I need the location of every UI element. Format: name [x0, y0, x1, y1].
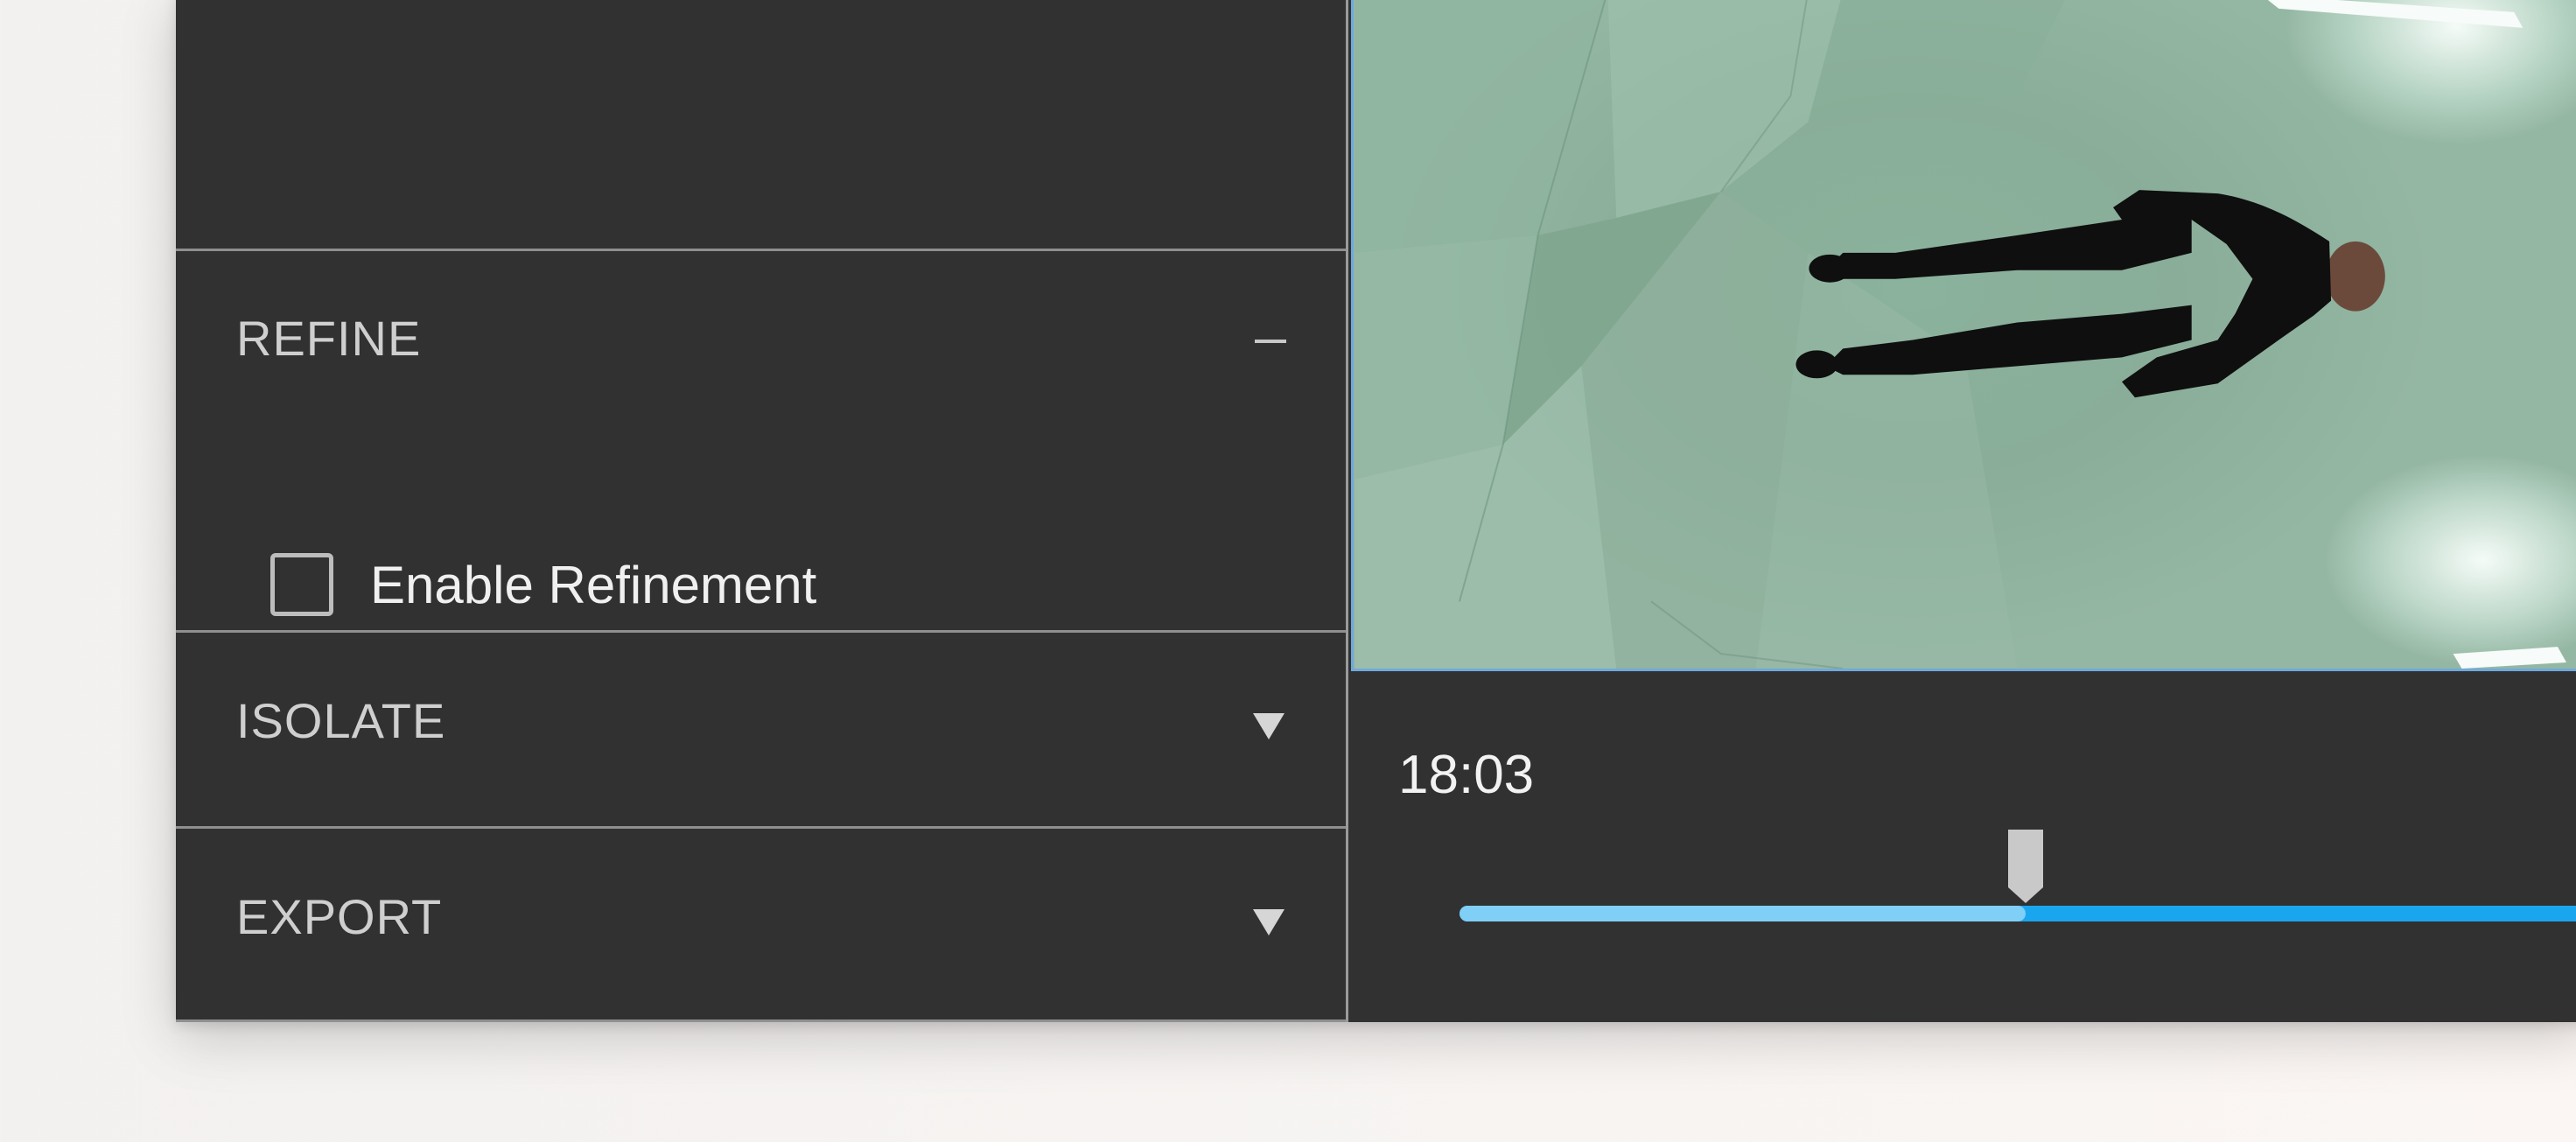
sidebar-panel: REFINE Enable Refinement ISOLATE EXPORT [176, 0, 1348, 1022]
enable-refinement-checkbox[interactable] [270, 553, 333, 616]
section-refine: REFINE Enable Refinement [176, 249, 1346, 630]
app-window: REFINE Enable Refinement ISOLATE EXPORT [176, 0, 2576, 1022]
section-refine-header[interactable]: REFINE [176, 251, 1346, 366]
timeline-track[interactable] [1460, 906, 2576, 921]
video-preview[interactable] [1351, 0, 2576, 671]
minus-icon[interactable] [1255, 340, 1286, 343]
triangle-down-icon[interactable] [1251, 907, 1286, 937]
section-export-title: EXPORT [236, 889, 443, 944]
section-refine-title: REFINE [236, 311, 422, 366]
section-export[interactable]: EXPORT [176, 826, 1346, 1022]
timecode-readout: 18:03 [1398, 745, 1535, 805]
enable-refinement-label[interactable]: Enable Refinement [370, 555, 816, 615]
green-screen-scene [1354, 0, 2567, 669]
section-isolate[interactable]: ISOLATE [176, 630, 1346, 826]
playhead-handle[interactable] [2008, 830, 2043, 903]
triangle-down-icon[interactable] [1251, 711, 1286, 741]
timeline-played-range [1460, 906, 2026, 921]
person-silhouette [1796, 190, 2385, 398]
section-isolate-title: ISOLATE [236, 693, 446, 748]
